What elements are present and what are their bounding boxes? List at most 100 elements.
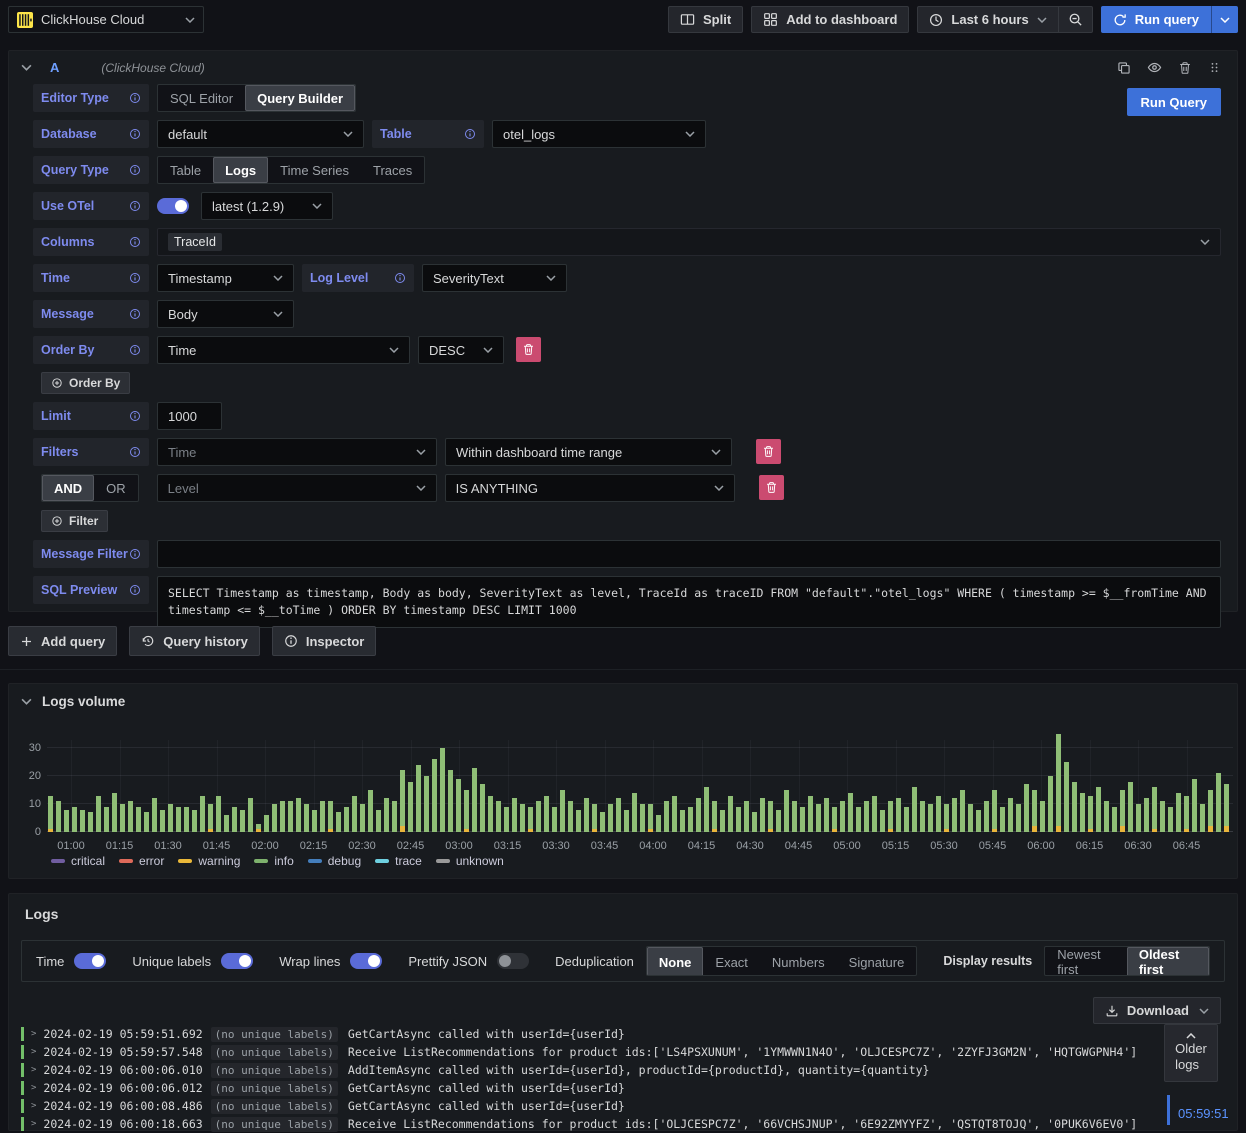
duplicate-query-icon[interactable] <box>1117 60 1131 75</box>
option-traces[interactable]: Traces <box>361 157 424 183</box>
message-filter-input[interactable] <box>157 540 1221 568</box>
expand-log-icon[interactable]: > <box>31 1029 36 1039</box>
option-none[interactable]: None <box>646 947 704 975</box>
info-icon[interactable] <box>129 164 141 176</box>
info-icon[interactable] <box>464 128 476 140</box>
option-newest-first[interactable]: Newest first <box>1045 947 1127 975</box>
info-icon[interactable] <box>129 272 141 284</box>
log-row[interactable]: >2024-02-19 06:00:06.010 (no unique label… <box>21 1061 1161 1079</box>
legend-item-trace[interactable]: trace <box>375 854 422 868</box>
option-sql-editor[interactable]: SQL Editor <box>158 85 245 111</box>
log-row[interactable]: >2024-02-19 05:59:51.692 (no unique label… <box>21 1025 1161 1043</box>
expand-log-icon[interactable]: > <box>31 1119 36 1129</box>
collapse-chevron-icon[interactable] <box>21 698 32 705</box>
run-query-button[interactable]: Run query <box>1100 6 1211 33</box>
log-row[interactable]: >2024-02-19 06:00:18.663 (no unique label… <box>21 1115 1161 1133</box>
legend-item-warning[interactable]: warning <box>178 854 240 868</box>
option-exact[interactable]: Exact <box>703 947 760 975</box>
older-logs-button[interactable]: Older logs <box>1164 1024 1218 1082</box>
filter2-field-select[interactable]: Level <box>156 474 437 502</box>
option-signature[interactable]: Signature <box>837 947 917 975</box>
expand-log-icon[interactable]: > <box>31 1101 36 1111</box>
split-button[interactable]: Split <box>668 6 744 33</box>
legend-item-critical[interactable]: critical <box>51 854 105 868</box>
log-level-column-select[interactable]: SeverityText <box>422 264 567 292</box>
add-to-dashboard-button[interactable]: Add to dashboard <box>751 6 910 33</box>
option-oldest-first[interactable]: Oldest first <box>1126 947 1209 975</box>
remove-query-trash-icon[interactable] <box>1178 60 1192 75</box>
info-icon[interactable] <box>129 410 141 422</box>
add-query-button[interactable]: Add query <box>8 626 118 656</box>
limit-input[interactable]: 1000 <box>157 402 222 430</box>
option-and[interactable]: AND <box>42 475 95 501</box>
column-chip[interactable]: TraceId <box>168 233 222 251</box>
query-history-button[interactable]: Query history <box>129 626 260 656</box>
use-otel-toggle[interactable] <box>157 198 189 214</box>
log-row[interactable]: >2024-02-19 05:59:57.548 (no unique label… <box>21 1043 1161 1061</box>
info-icon[interactable] <box>129 344 141 356</box>
log-labels-chip[interactable]: (no unique labels) <box>210 1062 338 1078</box>
wrap-lines-toggle[interactable] <box>350 953 383 969</box>
log-labels-chip[interactable]: (no unique labels) <box>210 1044 338 1060</box>
run-query-panel-button[interactable]: Run Query <box>1126 88 1221 116</box>
info-icon[interactable] <box>129 446 141 458</box>
zoom-out-button[interactable] <box>1057 7 1092 32</box>
legend-item-debug[interactable]: debug <box>307 854 361 868</box>
info-icon[interactable] <box>129 92 141 104</box>
info-icon[interactable] <box>129 236 141 248</box>
info-icon[interactable] <box>129 200 141 212</box>
datasource-picker[interactable]: ClickHouse Cloud <box>8 6 204 33</box>
log-labels-chip[interactable]: (no unique labels) <box>210 1026 338 1042</box>
time-toggle[interactable] <box>74 953 107 969</box>
table-select[interactable]: otel_logs <box>492 120 706 148</box>
expand-log-icon[interactable]: > <box>31 1047 36 1057</box>
time-column-select[interactable]: Timestamp <box>157 264 294 292</box>
inspector-button[interactable]: Inspector <box>271 626 377 656</box>
drag-handle-icon[interactable] <box>1208 60 1221 75</box>
prettify-json-toggle[interactable] <box>497 953 530 969</box>
download-button[interactable]: Download <box>1092 997 1221 1024</box>
volume-bar <box>992 790 997 832</box>
database-select[interactable]: default <box>157 120 364 148</box>
run-query-options-button[interactable] <box>1211 6 1238 33</box>
expand-log-icon[interactable]: > <box>31 1065 36 1075</box>
option-table[interactable]: Table <box>158 157 213 183</box>
log-row[interactable]: >2024-02-19 06:00:06.012 (no unique label… <box>21 1079 1161 1097</box>
filter-operator-select[interactable]: Within dashboard time range <box>445 438 732 466</box>
info-icon[interactable] <box>394 272 406 284</box>
remove-filter2-button[interactable] <box>758 475 784 500</box>
add-order-by-button[interactable]: Order By <box>41 372 131 394</box>
order-by-field-select[interactable]: Time <box>157 336 410 364</box>
option-time-series[interactable]: Time Series <box>268 157 361 183</box>
info-icon[interactable] <box>129 548 141 560</box>
otel-version-select[interactable]: latest (1.2.9) <box>201 192 333 220</box>
filter2-operator-select[interactable]: IS ANYTHING <box>444 474 735 502</box>
filter-field-select[interactable]: Time <box>157 438 437 466</box>
option-query-builder[interactable]: Query Builder <box>245 85 356 111</box>
legend-item-info[interactable]: info <box>254 854 294 868</box>
info-icon[interactable] <box>129 128 141 140</box>
info-icon[interactable] <box>129 308 141 320</box>
legend-item-error[interactable]: error <box>119 854 164 868</box>
order-direction-select[interactable]: DESC <box>418 336 504 364</box>
remove-filter-button[interactable] <box>756 439 781 464</box>
info-icon[interactable] <box>129 584 141 596</box>
message-column-select[interactable]: Body <box>157 300 294 328</box>
add-filter-button[interactable]: Filter <box>41 510 109 532</box>
option-logs[interactable]: Logs <box>213 157 269 183</box>
columns-multiselect[interactable]: TraceId <box>157 228 1221 256</box>
log-labels-chip[interactable]: (no unique labels) <box>210 1098 338 1114</box>
unique-labels-toggle[interactable] <box>221 953 254 969</box>
option-numbers[interactable]: Numbers <box>760 947 837 975</box>
hide-response-eye-icon[interactable] <box>1147 60 1162 75</box>
option-or[interactable]: OR <box>94 475 138 501</box>
time-range-picker[interactable]: Last 6 hours <box>918 7 1057 32</box>
log-row[interactable]: >2024-02-19 06:00:08.486 (no unique label… <box>21 1097 1161 1115</box>
expand-log-icon[interactable]: > <box>31 1083 36 1093</box>
log-labels-chip[interactable]: (no unique labels) <box>210 1080 338 1096</box>
legend-item-unknown[interactable]: unknown <box>435 854 504 868</box>
logs-volume-chart[interactable]: 0 10 20 30 01:00 01:15 01:30 01:45 02:00 02:15 02:… <box>29 734 1233 852</box>
log-labels-chip[interactable]: (no unique labels) <box>210 1116 338 1132</box>
remove-order-by-button[interactable] <box>516 337 541 362</box>
collapse-chevron-icon[interactable] <box>21 64 32 71</box>
